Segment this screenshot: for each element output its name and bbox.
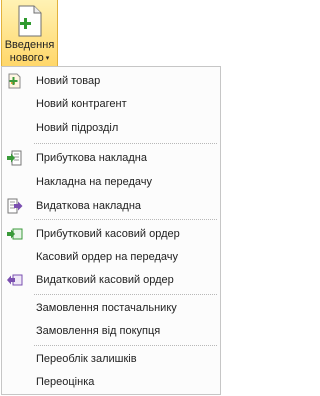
menu-item-label: Новий товар [36, 75, 101, 87]
cash-in-icon [7, 228, 23, 240]
menu-item-label: Переоблік залишків [36, 353, 137, 365]
menu-item-new-item[interactable]: Новий товар [2, 70, 220, 92]
chevron-down-icon: ▾ [45, 55, 50, 62]
menu-item-label: Переоцінка [36, 376, 95, 388]
new-item-icon [8, 73, 21, 89]
new-entry-label-line1: Введення [4, 39, 55, 51]
menu-item-supplier-order[interactable]: Замовлення постачальнику [2, 297, 220, 319]
menu-item-label: Замовлення постачальнику [36, 302, 177, 314]
menu-item-label: Прибутковий касовий ордер [36, 228, 180, 240]
menu-separator [34, 345, 217, 346]
menu-item-label: Видатковий касовий ордер [36, 274, 174, 286]
menu-item-label: Замовлення від покупця [36, 325, 161, 337]
menu-item-incoming-invoice[interactable]: Прибуткова накладна [2, 147, 220, 169]
outgoing-invoice-icon [7, 198, 23, 214]
menu-item-label: Прибуткова накладна [36, 152, 147, 164]
menu-item-customer-order[interactable]: Замовлення від покупця [2, 320, 220, 342]
menu-item-label: Накладна на передачу [36, 176, 153, 188]
menu-item-label: Новий підрозділ [36, 122, 119, 134]
menu-item-cash-out-order[interactable]: Видатковий касовий ордер [2, 269, 220, 291]
menu-item-stock-recount[interactable]: Переоблік залишків [2, 348, 220, 370]
menu-item-new-counterparty[interactable]: Новий контрагент [2, 93, 220, 115]
menu-separator [34, 219, 217, 220]
new-entry-dropdown-menu: Новий товар Новий контрагент Новий підро… [1, 66, 221, 395]
menu-item-new-department[interactable]: Новий підрозділ [2, 117, 220, 139]
menu-item-label: Касовий ордер на передачу [36, 251, 178, 263]
menu-item-outgoing-invoice[interactable]: Видаткова накладна [2, 195, 220, 217]
incoming-invoice-icon [7, 150, 22, 166]
menu-separator [34, 294, 217, 295]
menu-item-cash-transfer-order[interactable]: Касовий ордер на передачу [2, 246, 220, 268]
menu-item-cash-in-order[interactable]: Прибутковий касовий ордер [2, 223, 220, 245]
menu-item-transfer-invoice[interactable]: Накладна на передачу [2, 171, 220, 193]
cash-out-icon [7, 274, 23, 286]
menu-item-label: Новий контрагент [36, 98, 127, 110]
new-document-icon [18, 5, 42, 37]
new-entry-ribbon-button[interactable]: Введення нового ▾ [1, 0, 58, 67]
menu-item-label: Видаткова накладна [36, 200, 142, 212]
menu-separator [34, 143, 217, 144]
new-entry-label-line2: нового [9, 52, 44, 64]
menu-item-revaluation[interactable]: Переоцінка [2, 371, 220, 393]
